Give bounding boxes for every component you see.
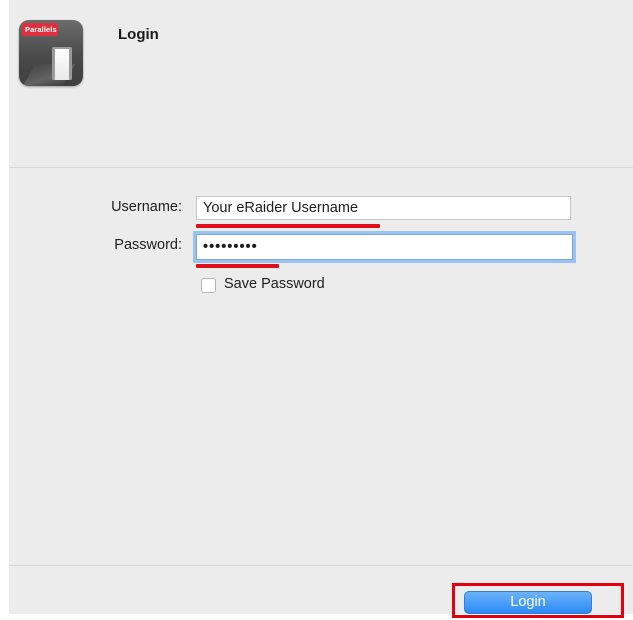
footer-divider xyxy=(9,565,633,566)
dialog-title: Login xyxy=(118,26,159,43)
username-annotation-underline xyxy=(196,224,380,228)
parallels-brand-label: Parallels xyxy=(22,23,58,36)
header-divider xyxy=(9,167,633,168)
save-password-label[interactable]: Save Password xyxy=(224,276,325,292)
login-button[interactable]: Login xyxy=(464,591,592,614)
dialog-header: Parallels Login xyxy=(9,0,633,167)
password-field[interactable]: ••••••••• xyxy=(196,234,573,260)
door-opening-icon xyxy=(55,49,69,80)
save-password-checkbox[interactable] xyxy=(201,278,216,293)
parallels-app-icon: Parallels xyxy=(19,20,83,86)
username-label: Username: xyxy=(111,199,182,215)
password-label: Password: xyxy=(114,237,182,253)
password-annotation-underline xyxy=(196,264,279,268)
login-dialog: Parallels Login Username: Your eRaider U… xyxy=(9,0,633,614)
username-field[interactable]: Your eRaider Username xyxy=(196,196,571,220)
